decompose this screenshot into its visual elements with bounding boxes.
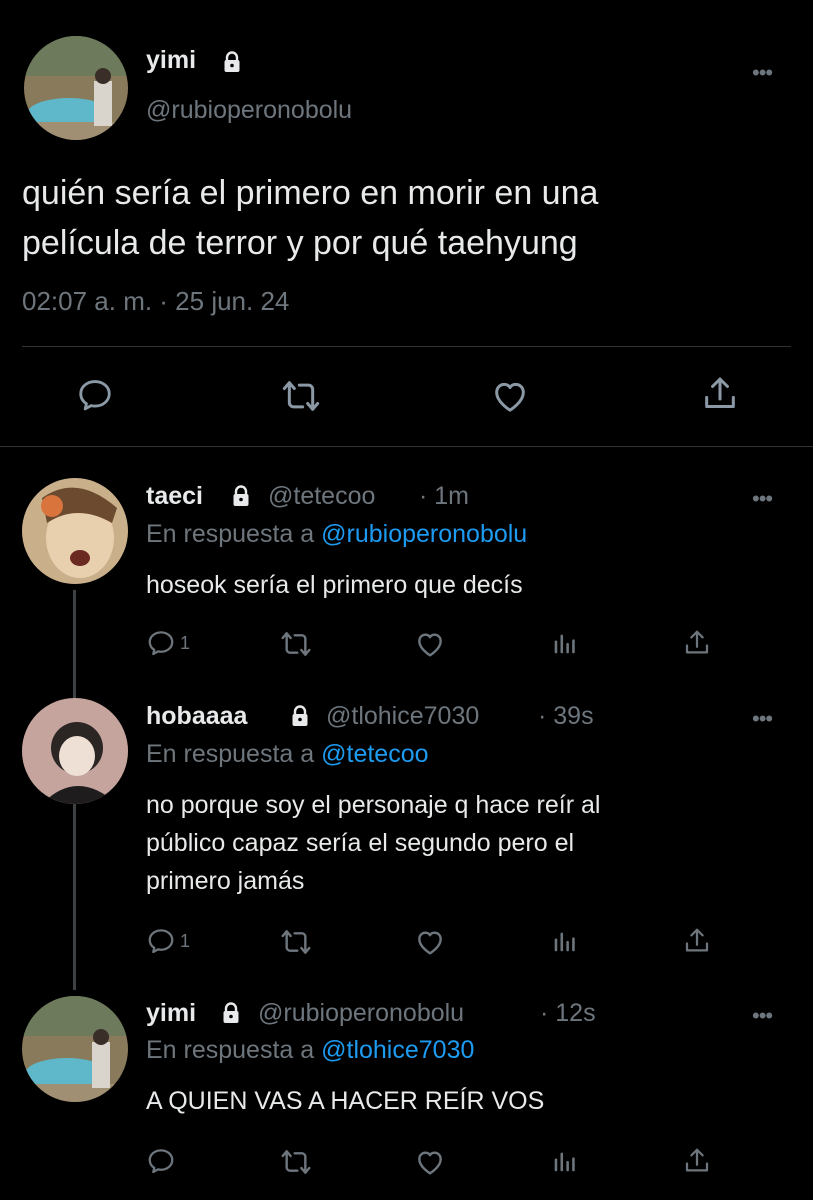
tweet-age[interactable]: · 1m	[419, 482, 469, 511]
like-icon[interactable]	[414, 1146, 446, 1178]
reply-button[interactable]: 1	[146, 628, 190, 658]
tweet-text: A QUIEN VAS A HACER REÍR VOS	[146, 1084, 544, 1118]
reply-context: En respuesta a @rubioperonobolu	[146, 520, 527, 549]
share-icon[interactable]	[700, 374, 740, 414]
lock-icon	[288, 704, 312, 728]
display-name[interactable]: taeci	[146, 482, 203, 511]
stats-icon[interactable]	[550, 1148, 578, 1176]
retweet-icon[interactable]	[281, 376, 321, 416]
reply-context: En respuesta a @tetecoo	[146, 740, 429, 769]
handle[interactable]: @rubioperonobolu	[258, 999, 464, 1028]
more-options-icon[interactable]: •••	[752, 62, 773, 84]
reply-icon	[146, 1146, 176, 1176]
stats-icon[interactable]	[550, 630, 578, 658]
like-icon[interactable]	[490, 376, 530, 416]
lock-icon	[220, 50, 244, 74]
tweet-text-line: A QUIEN VAS A HACER REÍR VOS	[146, 1087, 545, 1115]
reply-to-link[interactable]: @tlohice7030	[321, 1036, 474, 1064]
avatar[interactable]	[22, 698, 128, 804]
action-bar: 1	[0, 926, 813, 962]
retweet-icon[interactable]	[280, 628, 312, 660]
action-bar	[0, 1146, 813, 1182]
like-icon[interactable]	[414, 628, 446, 660]
tweet-age[interactable]: · 12s	[540, 999, 596, 1028]
reply-button[interactable]: 1	[146, 926, 190, 956]
tweet-text-line: primero jamás	[146, 867, 305, 895]
tweet-text-line: hoseok sería el primero que decís	[146, 571, 523, 599]
tweet-text: quién sería el primero en morir en una p…	[22, 168, 598, 268]
share-icon[interactable]	[682, 926, 712, 956]
reply-to-link[interactable]: @rubioperonobolu	[321, 520, 527, 548]
avatar[interactable]	[24, 36, 128, 140]
reply-to-link[interactable]: @tetecoo	[321, 740, 428, 768]
avatar[interactable]	[22, 996, 128, 1102]
timestamp[interactable]: 02:07 a. m. · 25 jun. 24	[22, 286, 289, 317]
tweet-text: no porque soy el personaje q hace reír a…	[146, 786, 600, 900]
stats-icon[interactable]	[550, 928, 578, 956]
more-options-icon[interactable]: •••	[752, 708, 773, 730]
divider	[22, 346, 791, 347]
tweet-age[interactable]: · 39s	[538, 702, 594, 731]
tweet-text-line: público capaz sería el segundo pero el	[146, 829, 575, 857]
reply-prefix: En respuesta a	[146, 520, 315, 548]
share-icon[interactable]	[682, 1146, 712, 1176]
display-name[interactable]: hobaaaa	[146, 702, 247, 731]
display-name[interactable]: yimi	[146, 46, 196, 75]
reply-count: 1	[180, 930, 191, 951]
retweet-icon[interactable]	[280, 1146, 312, 1178]
tweet-text-line: no porque soy el personaje q hace reír a…	[146, 791, 601, 819]
retweet-icon[interactable]	[280, 926, 312, 958]
main-action-bar	[0, 374, 813, 420]
like-icon[interactable]	[414, 926, 446, 958]
reply-icon[interactable]	[76, 376, 114, 414]
display-name[interactable]: yimi	[146, 999, 196, 1028]
handle[interactable]: @tlohice7030	[326, 702, 479, 731]
reply-button[interactable]	[146, 1146, 180, 1176]
handle[interactable]: @tetecoo	[268, 482, 375, 511]
reply-icon	[146, 628, 176, 658]
reply-count: 1	[180, 632, 191, 653]
more-options-icon[interactable]: •••	[752, 1005, 773, 1027]
reply-icon	[146, 926, 176, 956]
reply-context: En respuesta a @tlohice7030	[146, 1036, 474, 1065]
reply-prefix: En respuesta a	[146, 740, 315, 768]
share-icon[interactable]	[682, 628, 712, 658]
more-options-icon[interactable]: •••	[752, 488, 773, 510]
handle[interactable]: @rubioperonobolu	[146, 96, 352, 125]
action-bar: 1	[0, 628, 813, 664]
divider	[0, 446, 813, 447]
avatar[interactable]	[22, 478, 128, 584]
lock-icon	[229, 484, 253, 508]
tweet-text-line: quién sería el primero en morir en una	[22, 174, 599, 212]
tweet-text-line: película de terror y por qué taehyung	[22, 224, 578, 262]
reply-prefix: En respuesta a	[146, 1036, 315, 1064]
tweet-text: hoseok sería el primero que decís	[146, 568, 523, 602]
lock-icon	[219, 1001, 243, 1025]
